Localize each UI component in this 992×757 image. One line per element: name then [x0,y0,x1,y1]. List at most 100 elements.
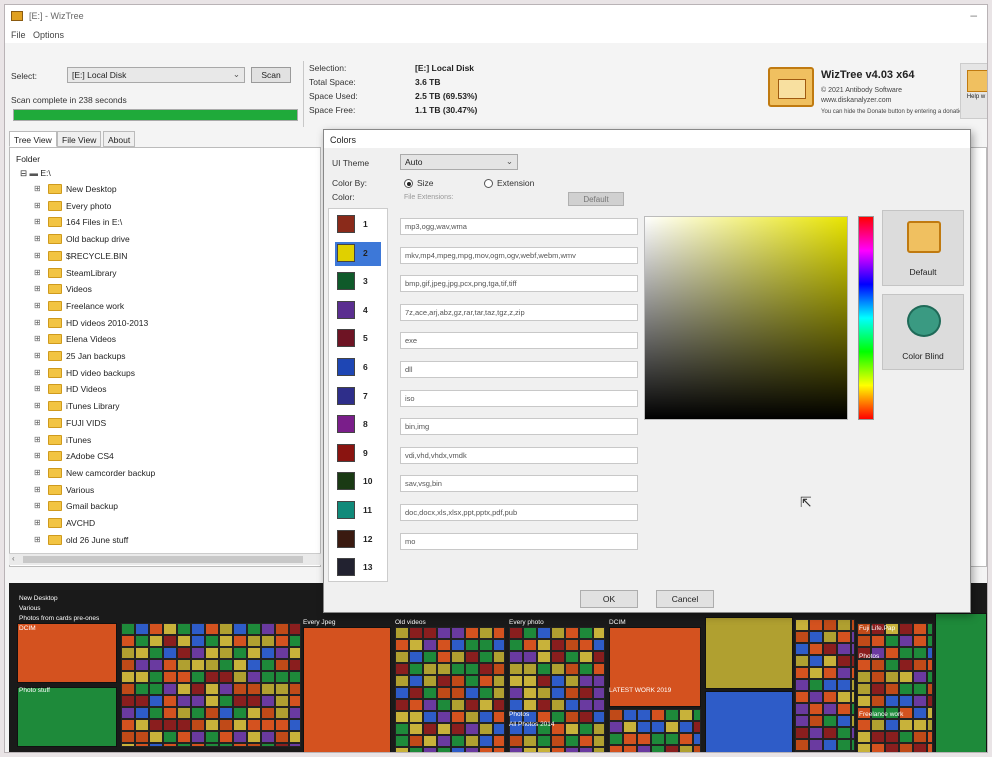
color-swatch-6[interactable]: 6 [335,356,381,380]
treemap-block[interactable] [665,745,679,752]
treemap-block[interactable] [409,675,423,687]
treemap-block[interactable] [913,743,927,752]
treemap-block[interactable] [409,711,423,723]
treemap-block[interactable] [609,709,623,721]
treemap-block[interactable] [423,735,437,747]
treemap-block[interactable] [509,747,523,752]
treemap-block[interactable] [795,727,809,739]
treemap-block[interactable] [191,683,205,695]
treemap-block[interactable] [233,731,247,743]
treemap-block[interactable] [135,695,149,707]
treemap-block[interactable] [289,683,301,695]
treemap-block[interactable] [693,721,701,733]
expand-icon[interactable]: ⊞ [34,217,41,226]
treemap-block[interactable] [823,727,837,739]
treemap-block[interactable] [623,733,637,745]
treemap-block[interactable] [247,647,261,659]
treemap-block[interactable] [885,647,899,659]
extension-field-12[interactable]: mo [400,532,638,550]
preset-default-button[interactable]: Default [882,210,964,286]
treemap-block[interactable] [837,703,851,715]
treemap-block[interactable] [423,651,437,663]
treemap-block[interactable] [395,687,409,699]
treemap-block[interactable] [261,623,275,635]
treemap-block[interactable] [465,651,479,663]
treemap-block[interactable] [205,695,219,707]
treemap-block[interactable] [261,671,275,683]
treemap-block[interactable] [871,731,885,743]
menu-options[interactable]: Options [33,30,64,40]
treemap-block[interactable] [857,671,871,683]
treemap-block[interactable] [565,711,579,723]
treemap-block[interactable] [465,663,479,675]
treemap-block[interactable] [205,719,219,731]
expand-icon[interactable]: ⊞ [34,535,41,544]
treemap-block[interactable] [885,635,899,647]
treemap-block[interactable] [565,723,579,735]
color-swatch-1[interactable]: 1 [335,213,381,237]
treemap-block[interactable] [135,647,149,659]
treemap-block[interactable] [289,719,301,731]
treemap-block[interactable] [479,687,493,699]
treemap-block[interactable] [437,699,451,711]
treemap-block[interactable] [247,683,261,695]
treemap-block[interactable] [851,619,855,631]
menu-file[interactable]: File [11,30,26,40]
treemap-block[interactable] [913,623,927,635]
treemap-block[interactable] [409,735,423,747]
color-swatch-3[interactable]: 3 [335,270,381,294]
treemap-block[interactable] [261,719,275,731]
extension-field-5[interactable]: exe [400,332,638,350]
treemap-block[interactable] [927,671,933,683]
treemap-block[interactable] [437,639,451,651]
expand-icon[interactable]: ⊞ [34,435,41,444]
treemap-block[interactable] [537,747,551,752]
treemap-block[interactable] [579,687,593,699]
tree-column-header[interactable]: Folder [16,154,40,164]
collapse-icon[interactable]: ⊟ [20,168,27,178]
treemap-block[interactable] [191,731,205,743]
treemap-block[interactable] [261,731,275,743]
tree-horizontal-scrollbar[interactable]: ‹ [9,553,321,565]
treemap-block[interactable] [637,709,651,721]
treemap-block[interactable] [509,735,523,747]
treemap-block[interactable] [149,731,163,743]
preset-color-blind-button[interactable]: Color Blind [882,294,964,370]
expand-icon[interactable]: ⊞ [34,401,41,410]
treemap-block[interactable] [409,699,423,711]
treemap-block[interactable] [275,623,289,635]
treemap-block[interactable] [637,733,651,745]
treemap-block[interactable] [479,699,493,711]
treemap-block[interactable] [289,695,301,707]
treemap-block[interactable] [795,679,809,691]
scrollbar-thumb[interactable] [23,556,303,563]
treemap-block[interactable] [857,659,871,671]
expand-icon[interactable]: ⊞ [34,384,41,393]
treemap-block[interactable] [523,639,537,651]
treemap-block[interactable] [823,679,837,691]
treemap-block[interactable] [121,695,135,707]
expand-icon[interactable]: ⊞ [34,318,41,327]
treemap-block[interactable] [551,735,565,747]
color-swatch-11[interactable]: 11 [335,499,381,523]
treemap-block[interactable] [163,731,177,743]
treemap-block[interactable] [693,709,701,721]
treemap-block[interactable] [135,659,149,671]
treemap-block[interactable] [823,667,837,679]
color-swatch-13[interactable]: 13 [335,556,381,580]
tab-file-view[interactable]: File View [57,131,102,147]
treemap-block[interactable] [149,743,163,747]
expand-icon[interactable]: ⊞ [34,268,41,277]
expand-icon[interactable]: ⊞ [34,301,41,310]
treemap-block[interactable] [823,739,837,751]
treemap-block[interactable] [623,745,637,752]
treemap-block[interactable] [679,721,693,733]
treemap-block[interactable] [275,671,289,683]
treemap-block[interactable] [163,695,177,707]
help-button[interactable]: Help w [960,63,987,119]
treemap-block[interactable] [423,675,437,687]
treemap-block[interactable] [609,721,623,733]
treemap-block[interactable] [795,751,809,752]
expand-icon[interactable]: ⊞ [34,368,41,377]
treemap-block[interactable] [395,651,409,663]
